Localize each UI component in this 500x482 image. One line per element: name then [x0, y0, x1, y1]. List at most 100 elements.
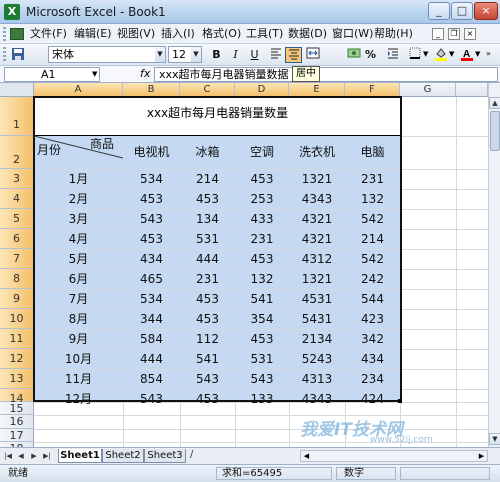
scroll-left-icon[interactable]: ◀ — [301, 451, 312, 461]
cell-washer[interactable]: 4343 — [289, 389, 345, 409]
table-title[interactable]: xxx超市每月电器销量数量 — [35, 103, 400, 123]
cell-computer[interactable]: 234 — [345, 369, 400, 389]
doc-close-icon[interactable]: × — [464, 28, 476, 40]
cell-month[interactable]: 12月 — [34, 389, 123, 409]
row-header-8[interactable]: 8 — [0, 269, 34, 289]
excel-icon[interactable]: X — [4, 4, 20, 20]
prev-sheet-icon[interactable]: ◀ — [15, 450, 27, 462]
scroll-thumb[interactable] — [490, 111, 500, 151]
cell-ac[interactable]: 543 — [235, 369, 289, 389]
cell-tv[interactable]: 453 — [123, 229, 180, 249]
cell-tv[interactable]: 854 — [123, 369, 180, 389]
cell-ac[interactable]: 453 — [235, 249, 289, 269]
cell-washer[interactable]: 4531 — [289, 289, 345, 309]
tab-sheet2[interactable]: Sheet2 — [102, 449, 144, 463]
row-header-10[interactable]: 10 — [0, 309, 34, 329]
cell-computer[interactable]: 342 — [345, 329, 400, 349]
cell-fridge[interactable]: 453 — [180, 289, 235, 309]
border-dropdown[interactable]: ▼ — [423, 50, 428, 58]
column-header-g[interactable]: G — [400, 83, 456, 97]
cell-month[interactable]: 9月 — [34, 329, 123, 349]
cell-computer[interactable]: 231 — [345, 169, 400, 189]
menu-insert[interactable]: 插入(I) — [161, 27, 195, 41]
align-left-icon[interactable] — [267, 47, 284, 63]
cell-month[interactable]: 5月 — [34, 249, 123, 269]
cell-fridge[interactable]: 214 — [180, 169, 235, 189]
cell-fridge[interactable]: 453 — [180, 189, 235, 209]
font-name-box[interactable]: 宋体 — [48, 46, 156, 63]
fill-color-icon[interactable] — [432, 47, 449, 63]
first-sheet-icon[interactable]: |◀ — [2, 450, 14, 462]
cell-tv[interactable]: 434 — [123, 249, 180, 269]
row-header-12[interactable]: 12 — [0, 349, 34, 369]
column-header-h[interactable] — [456, 83, 488, 97]
cell-ac[interactable]: 541 — [235, 289, 289, 309]
cell-tv[interactable]: 344 — [123, 309, 180, 329]
maximize-button[interactable]: □ — [451, 2, 473, 20]
scroll-right-icon[interactable]: ▶ — [476, 451, 487, 461]
tab-sheet3[interactable]: Sheet3 — [144, 449, 186, 463]
cell-fridge[interactable]: 444 — [180, 249, 235, 269]
cell-computer[interactable]: 214 — [345, 229, 400, 249]
row-header-7[interactable]: 7 — [0, 249, 34, 269]
select-all-corner[interactable] — [0, 83, 34, 97]
cell-fridge[interactable]: 134 — [180, 209, 235, 229]
border-icon[interactable] — [406, 47, 423, 63]
cell-ac[interactable]: 231 — [235, 229, 289, 249]
name-box-dropdown[interactable]: ▼ — [92, 70, 97, 78]
cell-washer[interactable]: 2134 — [289, 329, 345, 349]
tab-sheet1[interactable]: Sheet1 — [58, 449, 102, 463]
row-header-14[interactable]: 14 — [0, 389, 34, 405]
fx-icon[interactable]: fx — [140, 67, 150, 81]
header-computer[interactable]: 电脑 — [345, 136, 400, 169]
cell-month[interactable]: 6月 — [34, 269, 123, 289]
cell-computer[interactable]: 242 — [345, 269, 400, 289]
menu-file[interactable]: 文件(F) — [30, 27, 67, 41]
header-fridge[interactable]: 冰箱 — [180, 136, 235, 169]
percent-icon[interactable]: % — [362, 47, 379, 63]
formula-input[interactable]: xxx超市每月电器销量数据 — [154, 67, 498, 82]
cell-washer[interactable]: 5243 — [289, 349, 345, 369]
cell-ac[interactable]: 453 — [235, 169, 289, 189]
row-header-2[interactable]: 2 — [0, 136, 34, 169]
cell-tv[interactable]: 534 — [123, 289, 180, 309]
corner-label-item[interactable]: 商品 — [90, 135, 114, 152]
column-header-b[interactable]: B — [123, 83, 180, 97]
cell-month[interactable]: 11月 — [34, 369, 123, 389]
cell-computer[interactable]: 542 — [345, 209, 400, 229]
font-color-icon[interactable]: A — [458, 47, 475, 63]
indent-icon[interactable] — [384, 47, 401, 63]
cell-month[interactable]: 1月 — [34, 169, 123, 189]
column-header-e[interactable]: E — [289, 83, 345, 97]
name-box[interactable]: A1 — [4, 67, 100, 82]
cell-ac[interactable]: 133 — [235, 389, 289, 409]
save-icon[interactable] — [9, 47, 26, 63]
currency-icon[interactable] — [345, 47, 362, 63]
row-header-16[interactable]: 16 — [0, 415, 34, 429]
column-header-d[interactable]: D — [235, 83, 289, 97]
cell-washer[interactable]: 4343 — [289, 189, 345, 209]
toolbar-options-icon[interactable]: » — [486, 49, 491, 58]
cell-tv[interactable]: 584 — [123, 329, 180, 349]
cell-washer[interactable]: 4312 — [289, 249, 345, 269]
last-sheet-icon[interactable]: ▶| — [41, 450, 53, 462]
cell-fridge[interactable]: 453 — [180, 389, 235, 409]
cell-ac[interactable]: 433 — [235, 209, 289, 229]
menu-view[interactable]: 视图(V) — [117, 27, 155, 41]
cell-washer[interactable]: 4321 — [289, 229, 345, 249]
cell-computer[interactable]: 423 — [345, 309, 400, 329]
font-size-box[interactable]: 12 — [168, 46, 192, 63]
cell-fridge[interactable]: 112 — [180, 329, 235, 349]
align-center-icon[interactable] — [285, 47, 302, 63]
menu-window[interactable]: 窗口(W) — [332, 27, 373, 41]
cell-washer[interactable]: 1321 — [289, 169, 345, 189]
scroll-down-icon[interactable]: ▼ — [489, 433, 500, 445]
cell-month[interactable]: 7月 — [34, 289, 123, 309]
cell-washer[interactable]: 5431 — [289, 309, 345, 329]
cell-month[interactable]: 3月 — [34, 209, 123, 229]
cell-tv[interactable]: 543 — [123, 209, 180, 229]
column-header-a[interactable]: A — [34, 83, 123, 97]
menu-tools[interactable]: 工具(T) — [246, 27, 283, 41]
cell-ac[interactable]: 354 — [235, 309, 289, 329]
toolbar-grip[interactable] — [3, 47, 6, 62]
